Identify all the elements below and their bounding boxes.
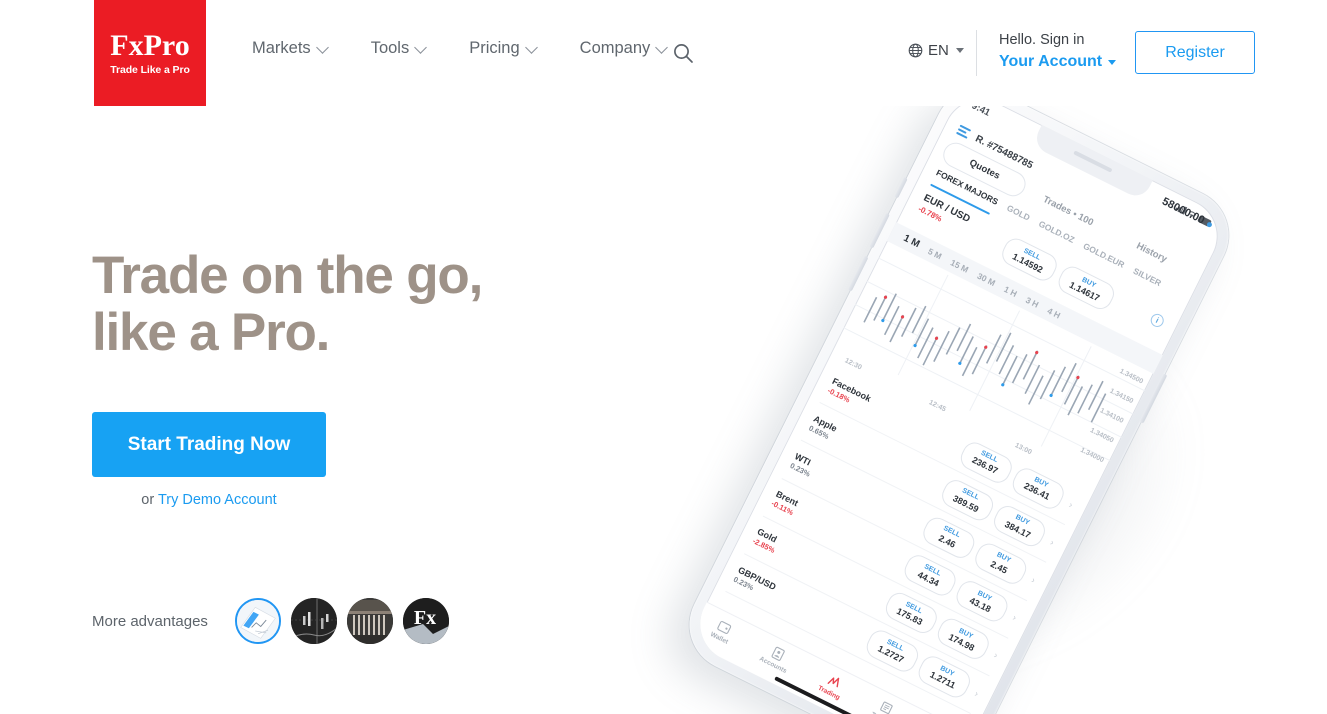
logo-tagline: Trade Like a Pro	[110, 63, 190, 76]
account-greeting: Hello. Sign in	[999, 32, 1085, 48]
notch-speaker	[1073, 150, 1113, 173]
tabbar-item-trading[interactable]: Trading	[817, 670, 848, 701]
thumb-charts-notebook[interactable]	[234, 598, 281, 644]
tabbar-item-accounts[interactable]: Accounts	[758, 641, 795, 675]
account-link[interactable]: Your Account	[999, 51, 1117, 73]
main-navigation: Markets Tools Pricing Company	[252, 40, 710, 57]
topup-icon	[880, 701, 893, 714]
page-root: FxPro Trade Like a Pro Markets Tools Pri…	[0, 0, 1327, 714]
advantage-thumbnails: Fx	[234, 598, 449, 644]
info-icon[interactable]: i	[1148, 311, 1166, 330]
chevron-right-icon: ›	[1067, 499, 1075, 510]
hero-title-line2: like a Pro.	[92, 302, 330, 362]
chevron-right-icon: ›	[1048, 537, 1056, 548]
timeframe-15m[interactable]: 15 M	[949, 257, 970, 274]
timeframe-4h[interactable]: 4 H	[1046, 305, 1062, 320]
nav-item-markets[interactable]: Markets	[252, 39, 329, 57]
timeframe-30m[interactable]: 30 M	[976, 270, 997, 287]
page-title: Trade on the go, like a Pro.	[92, 246, 652, 362]
timeframe-1m[interactable]: 1 M	[902, 233, 922, 250]
site-header: FxPro Trade Like a Pro Markets Tools Pri…	[0, 0, 1327, 106]
register-button[interactable]: Register	[1135, 31, 1255, 74]
demo-account-row: or Try Demo Account	[92, 492, 326, 508]
phone-silent-switch	[894, 176, 908, 199]
tabbar-item-topup[interactable]: Top up	[870, 697, 899, 714]
nav-label-tools: Tools	[370, 39, 410, 57]
chevron-right-icon: ›	[973, 688, 981, 699]
globe-icon	[908, 43, 923, 58]
more-advantages-label: More advantages	[92, 612, 208, 630]
chevron-down-icon	[655, 40, 669, 54]
start-trading-button[interactable]: Start Trading Now	[92, 412, 326, 478]
timeframe-3h[interactable]: 3 H	[1024, 294, 1040, 309]
timeframe-5m[interactable]: 5 M	[927, 246, 944, 261]
caret-down-icon	[1108, 60, 1117, 66]
demo-prefix: or	[141, 492, 158, 509]
nav-label-company: Company	[579, 39, 651, 57]
hero-content: Trade on the go, like a Pro. Start Tradi…	[92, 246, 652, 508]
chevron-down-icon	[414, 40, 428, 54]
nav-label-pricing: Pricing	[469, 39, 520, 57]
nav-item-tools[interactable]: Tools	[370, 39, 428, 57]
chevron-down-icon	[315, 40, 329, 54]
chevron-right-icon: ›	[992, 650, 1000, 661]
thumb-trading-floor[interactable]	[346, 598, 393, 644]
menu-icon[interactable]	[955, 124, 972, 139]
account-link-label: Your Account	[999, 53, 1103, 71]
hero-title-line1: Trade on the go,	[92, 246, 483, 305]
account-menu[interactable]: Hello. Sign in Your Account	[999, 31, 1117, 73]
language-code: EN	[928, 42, 949, 59]
search-icon[interactable]	[672, 42, 694, 64]
try-demo-account-link[interactable]: Try Demo Account	[158, 492, 277, 508]
thumb-dark-chart[interactable]	[290, 598, 337, 644]
chevron-down-icon	[524, 40, 538, 54]
category-gold[interactable]: GOLD	[1005, 203, 1031, 223]
nav-label-markets: Markets	[252, 39, 311, 57]
thumb-fxpro-logo[interactable]: Fx	[402, 598, 449, 644]
chevron-right-icon: ›	[1029, 574, 1037, 586]
logo-wordmark: FxPro	[110, 28, 190, 62]
language-selector[interactable]: EN	[908, 42, 964, 59]
nav-item-company[interactable]: Company	[579, 39, 669, 57]
timeframe-1h[interactable]: 1 H	[1003, 284, 1019, 299]
phone-mockup: 9:41 R. #75488785 58000.00 Quotes Trades…	[673, 72, 1327, 714]
fxpro-logo[interactable]: FxPro Trade Like a Pro	[94, 0, 206, 106]
caret-down-icon	[955, 48, 964, 53]
svg-text:Fx: Fx	[414, 607, 436, 629]
chevron-right-icon: ›	[1011, 612, 1019, 623]
header-divider	[976, 30, 977, 76]
tabbar-item-wallet[interactable]: Wallet	[709, 617, 736, 646]
nav-item-pricing[interactable]: Pricing	[469, 39, 538, 57]
more-advantages-section: More advantages Fx	[92, 598, 449, 644]
